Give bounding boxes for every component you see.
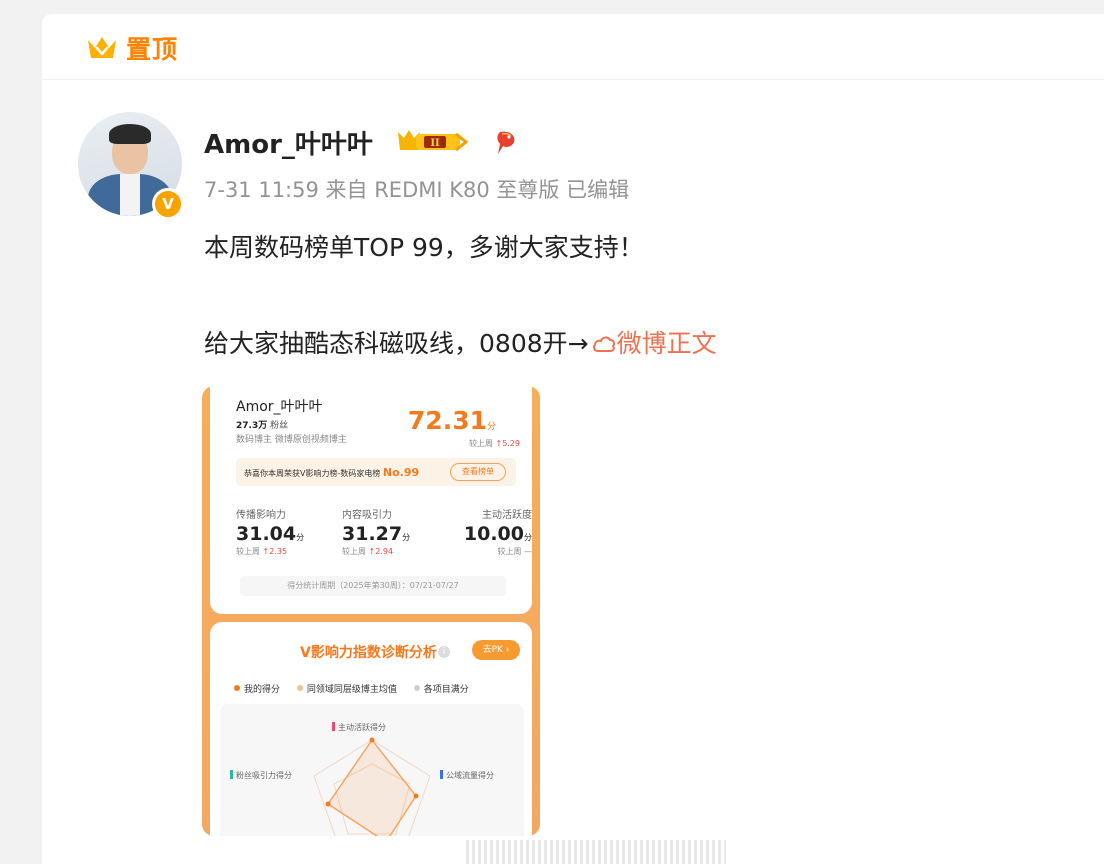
weibo-link[interactable]: 微博正文 [589,329,717,358]
post-text-line-1: 本周数码榜单TOP 99，多谢大家支持！ [204,233,644,262]
shot-total-score: 72.31分 [408,406,496,435]
membership-crown-badge-icon[interactable]: II [396,128,470,154]
pinned-label: 置顶 [126,35,179,64]
shot-score-compare-label: 较上周 [468,439,493,448]
shot-total-score-unit: 分 [486,422,496,432]
influence-score-panel: Amor_叶叶叶 27.3万 粉丝 数码博主 微博原创视频博主 72.31分 较… [210,386,532,614]
shot-metric-value: 10.00分 [463,523,532,545]
crown-icon [88,37,116,58]
author-name[interactable]: Amor_叶叶叶 [204,124,373,161]
shot-metric-value: 31.04分 [236,523,305,545]
svg-text:II: II [430,138,440,149]
radar-chart-area: 主动活跃得分 粉丝吸引力得分 公域流量得分 [220,704,524,836]
influence-analysis-panel: V影响力指数诊断分析 i 去PK › 我的得分 同领域同层级博主均值 各项目满分… [210,622,532,836]
weibo-link-label: 微博正文 [616,329,717,358]
shot-notice-label: 恭喜你本周荣获V影响力榜-数码家电榜 [244,469,381,478]
shot-metric-label: 内容吸引力 [342,510,392,521]
shot-analysis-title: V影响力指数诊断分析 [300,645,437,661]
shot-period: 得分统计周期（2025年第30周）：07/21-07/27 [240,576,506,596]
pinned-post-card: 置顶 V Amor_叶叶叶 II 7-31 11:59 来自 REDMI K80… [42,14,1104,864]
watermark-overlay [466,840,726,864]
shot-score-compare-value: 5.29 [502,439,520,448]
post-text-line-2-text: 给大家抽酷态科磁吸线，0808开→ [204,329,589,358]
shot-metric-compare: 较上周 ↑2.35 [236,547,288,556]
shot-pk-button: 去PK › [472,640,520,660]
shot-fans: 27.3万 粉丝 [236,418,288,431]
shot-metric-compare: 较上周 ↑2.94 [342,547,394,556]
post-image[interactable]: Amor_叶叶叶 27.3万 粉丝 数码博主 微博原创视频博主 72.31分 较… [202,386,540,836]
shot-metric-1: 传播影响力 31.04分 较上周 ↑2.35 [236,506,332,557]
post-text-line-2: 给大家抽酷态科磁吸线，0808开→ 微博正文 [204,324,717,360]
info-icon: i [438,646,450,658]
legend-item: 各项目满分 [413,682,469,695]
shot-score-compare: 较上周 ↑5.29 [469,438,520,449]
shot-fans-label: 粉丝 [270,421,289,431]
shot-metric-label: 主动活跃度 [482,510,532,521]
koi-fish-icon[interactable] [494,128,520,156]
shot-total-score-value: 72.31 [407,406,487,435]
shot-fans-count: 27.3万 [236,421,268,431]
link-cloud-icon [592,336,615,352]
shot-username: Amor_叶叶叶 [236,399,323,415]
shot-metric-value: 31.27分 [342,523,411,545]
radar-label-activity: 主动活跃得分 [332,722,386,733]
shot-rank: No.99 [382,466,420,479]
shot-rank-notice-text: 恭喜你本周荣获V影响力榜-数码家电榜 No.99 [244,466,419,479]
pinned-header: 置顶 [42,14,1104,80]
shot-metric-compare: 较上周 — [497,547,532,556]
shot-view-list-button: 查看榜单 [450,463,506,481]
shot-rank-notice: 恭喜你本周荣获V影响力榜-数码家电榜 No.99 查看榜单 [236,458,516,486]
shot-metric-2: 内容吸引力 31.27分 较上周 ↑2.94 [342,506,438,557]
verified-badge-icon: V [152,188,184,220]
post-meta: 7-31 11:59 来自 REDMI K80 至尊版 已编辑 [204,178,630,202]
legend-item: 同领域同层级博主均值 [296,682,397,695]
shot-legend: 我的得分 同领域同层级博主均值 各项目满分 [234,682,483,695]
shot-role: 数码博主 微博原创视频博主 [236,435,347,445]
shot-metric-3: 主动活跃度 10.00分 较上周 — [436,506,532,557]
radar-label-traffic: 公域流量得分 [440,770,494,781]
shot-metric-label: 传播影响力 [236,510,286,521]
legend-item: 我的得分 [234,682,280,695]
radar-label-fans: 粉丝吸引力得分 [230,770,292,781]
